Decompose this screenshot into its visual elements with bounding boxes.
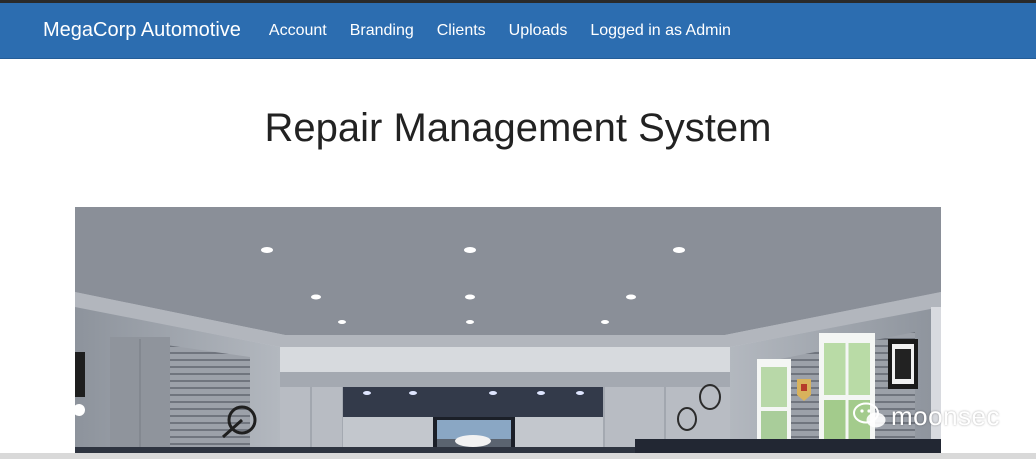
- login-status: Logged in as Admin: [590, 21, 731, 39]
- nav-item-branding[interactable]: Branding: [350, 22, 414, 40]
- page-title: Repair Management System: [264, 106, 772, 150]
- nav-menu: Account Branding Clients Uploads Logged …: [269, 22, 731, 40]
- watermark-text: moonsec: [891, 400, 1000, 431]
- bottom-scrollbar[interactable]: [0, 453, 1036, 459]
- nav-item-uploads[interactable]: Uploads: [509, 22, 568, 40]
- brand-link[interactable]: MegaCorp Automotive: [43, 19, 241, 42]
- nav-item-account[interactable]: Account: [269, 22, 327, 40]
- wechat-icon: [853, 402, 886, 428]
- nav-item-clients[interactable]: Clients: [437, 22, 486, 40]
- moonsec-watermark: moonsec: [853, 400, 1000, 432]
- garage-hero-image: [75, 207, 941, 459]
- top-navbar: MegaCorp Automotive Account Branding Cli…: [0, 3, 1036, 59]
